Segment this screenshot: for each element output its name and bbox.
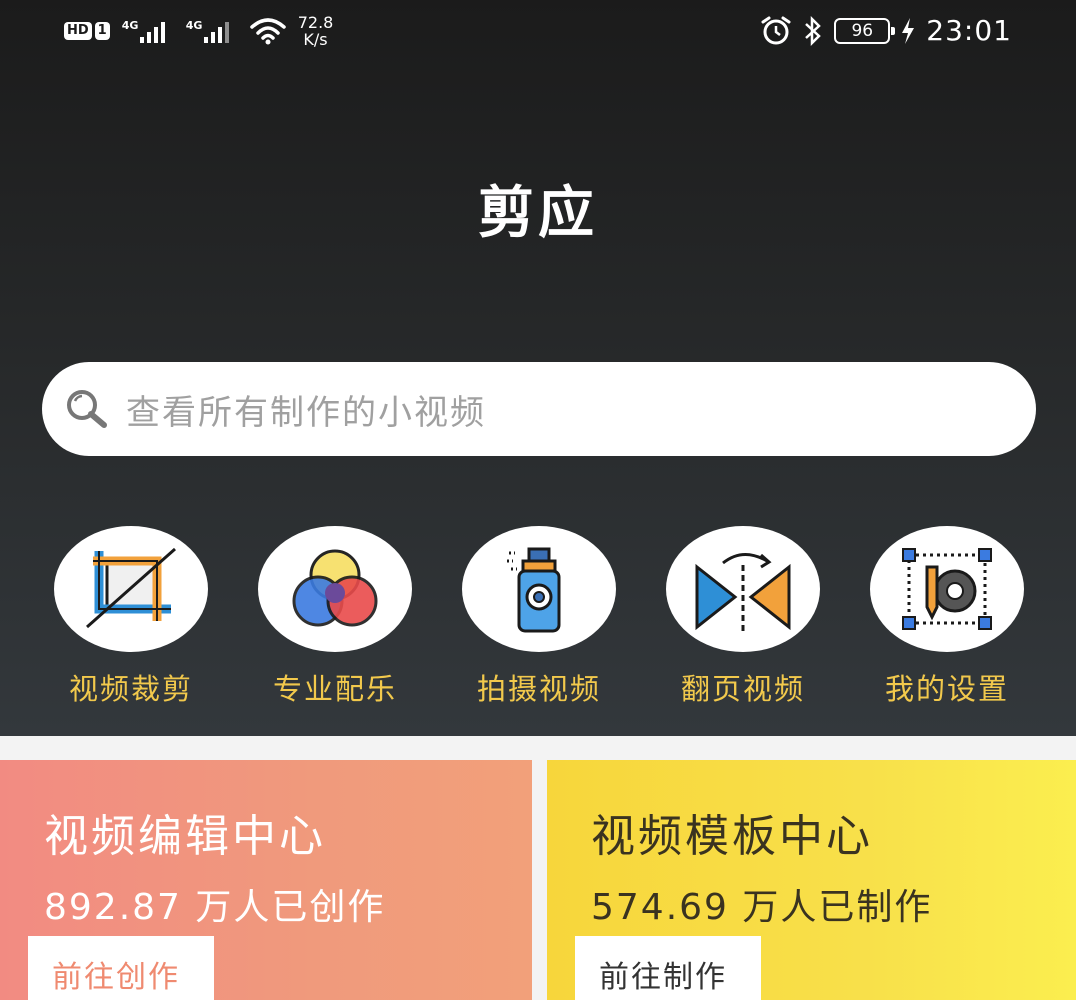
search-icon bbox=[67, 390, 107, 428]
card-title: 视频编辑中心 bbox=[44, 811, 326, 862]
spray-camera-icon bbox=[507, 547, 561, 633]
video-template-center-card[interactable]: 视频模板中心 574.69 万人已制作 前往制作 bbox=[547, 760, 1076, 1000]
go-create-button[interactable]: 前往创作 bbox=[28, 936, 214, 1000]
wifi-icon bbox=[249, 18, 286, 45]
feature-icon-circle[interactable] bbox=[462, 526, 616, 652]
color-circles-icon bbox=[292, 549, 378, 627]
card-title: 视频模板中心 bbox=[591, 811, 873, 862]
network-speed-unit: K/s bbox=[303, 30, 328, 49]
feature-my-settings[interactable]: 我的设置 bbox=[869, 526, 1025, 708]
settings-gear-icon bbox=[902, 548, 992, 630]
app-title: 剪应 bbox=[478, 181, 598, 246]
hero-header: HD 1 4G 4G 72.8 K/s 96 23:01 剪应 查看所有制作的小… bbox=[0, 0, 1076, 736]
feature-icon-circle[interactable] bbox=[54, 526, 208, 652]
crop-icon bbox=[86, 547, 176, 629]
bluetooth-icon bbox=[805, 15, 822, 46]
feature-video-crop[interactable]: 视频裁剪 bbox=[53, 526, 209, 708]
video-edit-center-card[interactable]: 视频编辑中心 892.87 万人已创作 前往创作 bbox=[0, 760, 532, 1000]
status-bar: HD 1 4G 4G 72.8 K/s 96 23:01 bbox=[0, 0, 1076, 64]
clock: 23:01 bbox=[926, 14, 1012, 47]
feature-flip-video[interactable]: 翻页视频 bbox=[665, 526, 821, 708]
charging-icon bbox=[902, 17, 915, 44]
feature-label: 翻页视频 bbox=[680, 672, 805, 706]
alarm-icon bbox=[761, 16, 791, 44]
feature-icon-circle[interactable] bbox=[258, 526, 412, 652]
feature-icon-circle[interactable] bbox=[666, 526, 820, 652]
network-speed-value: 72.8 bbox=[297, 13, 334, 32]
feature-label: 视频裁剪 bbox=[68, 672, 193, 706]
feature-label: 专业配乐 bbox=[272, 672, 397, 706]
signal-sim1-icon: 4G bbox=[122, 17, 174, 45]
go-make-button[interactable]: 前往制作 bbox=[575, 936, 761, 1000]
feature-pro-music[interactable]: 专业配乐 bbox=[257, 526, 413, 708]
feature-icon-circle[interactable] bbox=[870, 526, 1024, 652]
flip-icon bbox=[695, 553, 791, 633]
hd-badge: HD 1 bbox=[64, 22, 110, 40]
feature-label: 拍摄视频 bbox=[476, 672, 601, 706]
search-placeholder: 查看所有制作的小视频 bbox=[126, 392, 486, 433]
feature-label: 我的设置 bbox=[884, 672, 1009, 706]
feature-shoot-video[interactable]: 拍摄视频 bbox=[461, 526, 617, 708]
network-speed: 72.8 K/s bbox=[298, 14, 334, 48]
sim-label: 1 bbox=[94, 22, 110, 40]
status-right: 96 23:01 bbox=[760, 14, 1012, 47]
sim1-network-label: 4G bbox=[121, 19, 139, 32]
status-left: HD 1 4G 4G 72.8 K/s bbox=[64, 14, 333, 48]
signal-sim2-icon: 4G bbox=[186, 17, 238, 45]
sim2-network-label: 4G bbox=[185, 19, 203, 32]
card-count: 892.87 万人已创作 bbox=[44, 887, 386, 928]
search-bar[interactable]: 查看所有制作的小视频 bbox=[42, 362, 1036, 456]
card-count: 574.69 万人已制作 bbox=[591, 887, 933, 928]
battery-indicator: 96 bbox=[834, 17, 896, 44]
feature-row: 视频裁剪 专业配乐 拍摄视频 翻页视频 我的设置 bbox=[0, 526, 1076, 706]
hd-label: HD bbox=[64, 22, 92, 40]
